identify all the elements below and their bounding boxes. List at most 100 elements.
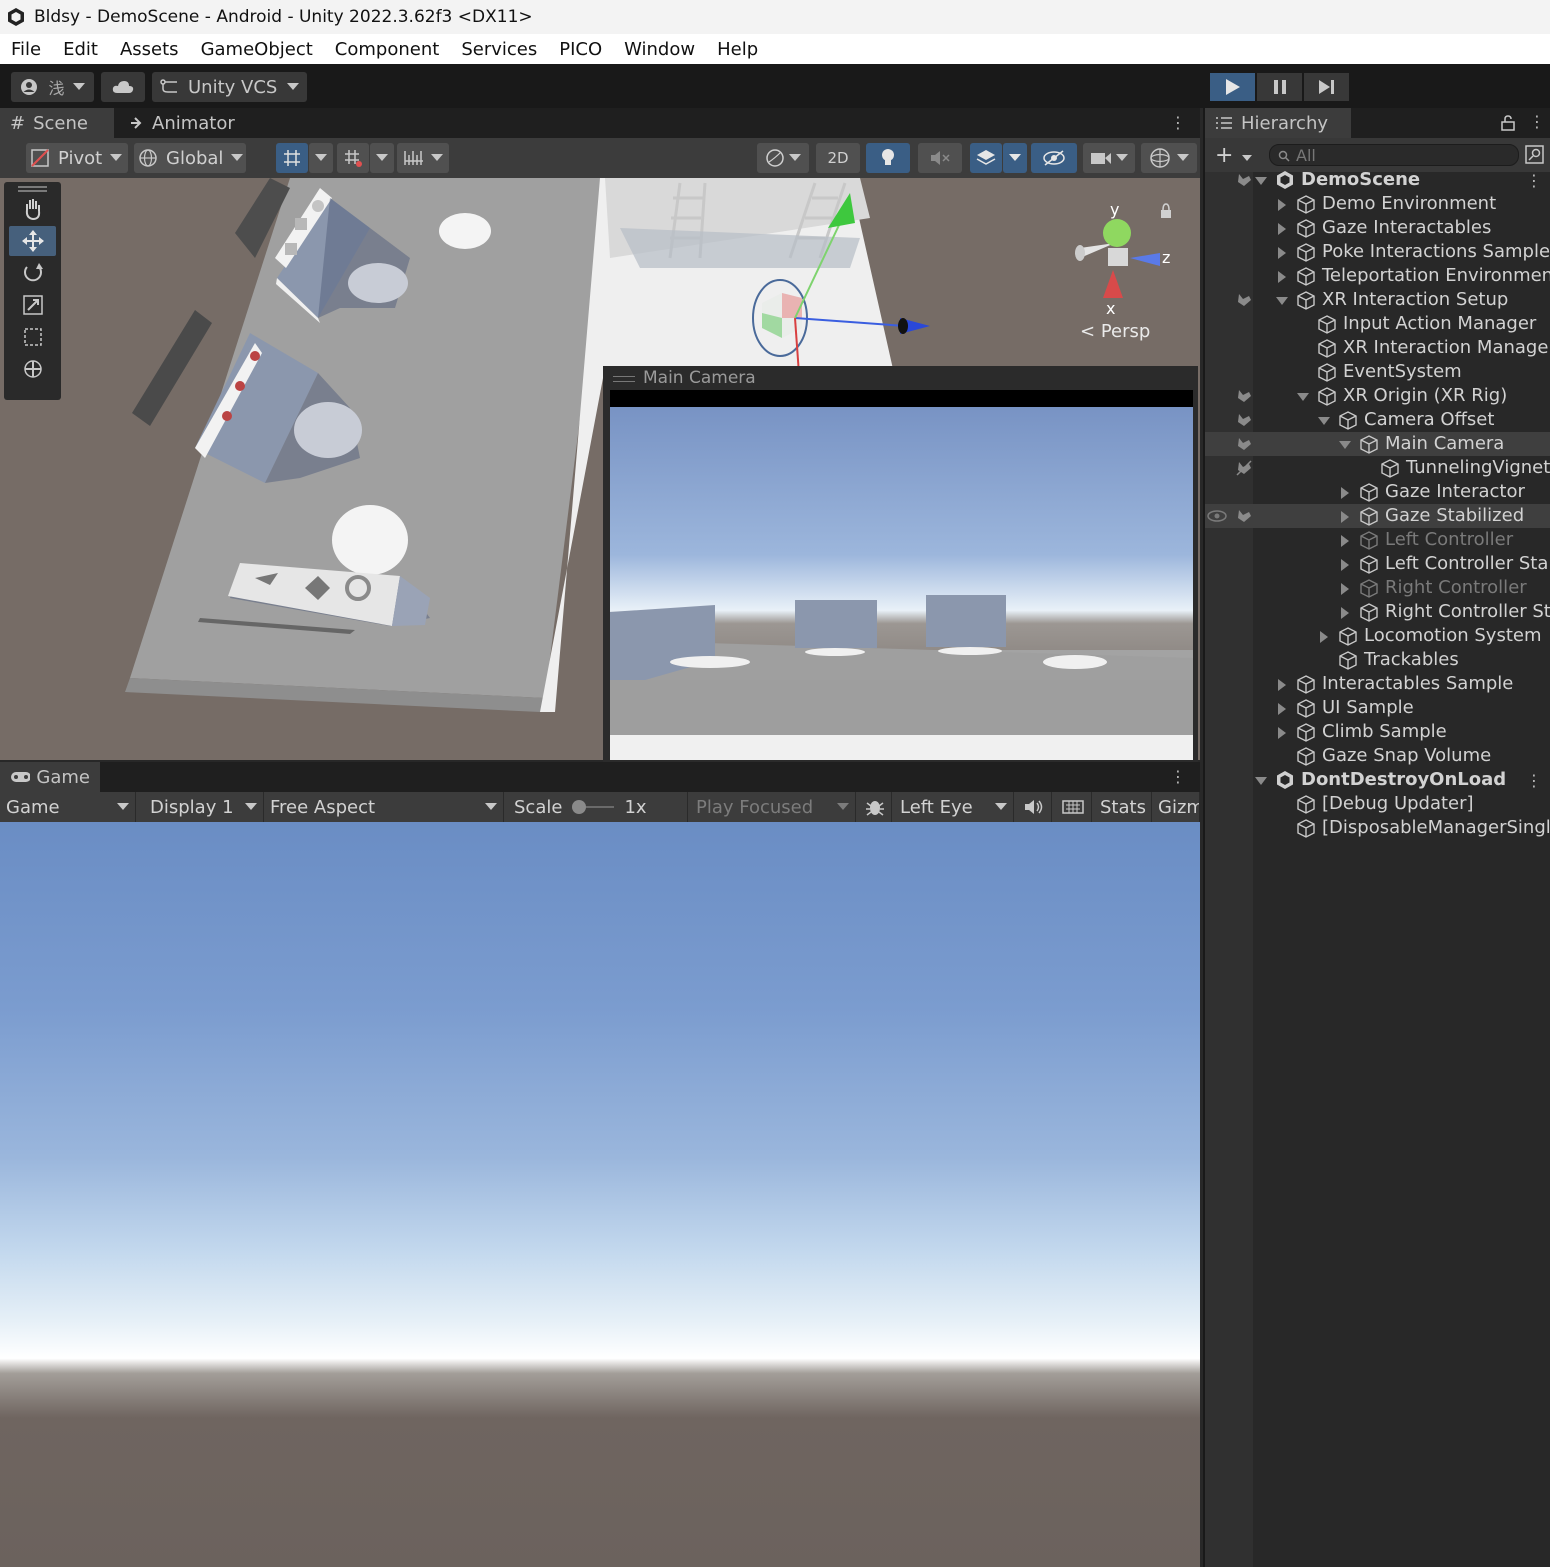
pickable-icon[interactable]	[1235, 435, 1253, 453]
hierarchy-row[interactable]: Gaze Stabilized	[1205, 504, 1550, 528]
stats-button[interactable]: Stats	[1094, 792, 1152, 822]
draw-mode-dropdown[interactable]	[757, 143, 809, 173]
scene-visibility-toggle[interactable]	[1031, 143, 1077, 173]
gizmos-button[interactable]: Gizm	[1152, 792, 1200, 822]
scale-tool[interactable]	[9, 290, 56, 320]
rotate-tool[interactable]	[9, 258, 56, 288]
hierarchy-row[interactable]: [Debug Updater]	[1205, 792, 1550, 816]
hierarchy-row[interactable]: [DisposableManagerSingleton]	[1205, 816, 1550, 840]
pickable-off-icon[interactable]	[1235, 459, 1253, 477]
cloud-button[interactable]	[101, 72, 145, 102]
hierarchy-row[interactable]: Poke Interactions Sample	[1205, 240, 1550, 264]
bug-toggle[interactable]	[858, 792, 892, 822]
hierarchy-row[interactable]: Trackables	[1205, 648, 1550, 672]
collapse-arrow-icon[interactable]	[1255, 777, 1267, 785]
audio-toggle[interactable]	[918, 143, 962, 173]
hierarchy-row[interactable]: Demo Environment	[1205, 192, 1550, 216]
scale-slider-thumb[interactable]	[572, 800, 587, 814]
hierarchy-row[interactable]: XR Interaction Manager	[1205, 336, 1550, 360]
hierarchy-row[interactable]: Interactables Sample	[1205, 672, 1550, 696]
display-dropdown[interactable]: Display 1	[144, 792, 264, 822]
camera-settings-dropdown[interactable]	[1083, 143, 1135, 173]
hierarchy-row[interactable]: XR Origin (XR Rig)	[1205, 384, 1550, 408]
collapse-arrow-icon[interactable]	[1339, 441, 1351, 449]
pickable-icon[interactable]	[1235, 291, 1253, 309]
menu-assets[interactable]: Assets	[109, 39, 190, 60]
hierarchy-row[interactable]: Gaze Interactables	[1205, 216, 1550, 240]
hierarchy-row[interactable]: Camera Offset	[1205, 408, 1550, 432]
aspect-dropdown[interactable]: Free Aspect	[264, 792, 504, 822]
hierarchy-row[interactable]: XR Interaction Setup	[1205, 288, 1550, 312]
persp-toggle[interactable]: < Persp	[1080, 321, 1150, 342]
hand-tool[interactable]	[9, 194, 56, 224]
hierarchy-row[interactable]: Main Camera	[1205, 432, 1550, 456]
expand-arrow-icon[interactable]	[1278, 703, 1286, 715]
game-view-dropdown[interactable]: Game	[0, 792, 136, 822]
expand-arrow-icon[interactable]	[1278, 679, 1286, 691]
tab-hierarchy[interactable]: Hierarchy	[1205, 108, 1351, 138]
search-scope-icon[interactable]	[1525, 145, 1545, 165]
hierarchy-row[interactable]: Teleportation Environment	[1205, 264, 1550, 288]
expand-arrow-icon[interactable]	[1320, 631, 1328, 643]
hierarchy-row[interactable]: Left Controller	[1205, 528, 1550, 552]
increment-snap-dropdown[interactable]	[370, 143, 394, 173]
pause-button[interactable]	[1257, 73, 1302, 101]
rect-tool[interactable]	[9, 322, 56, 352]
grid-snap-dropdown[interactable]	[309, 143, 333, 173]
hierarchy-row[interactable]: UI Sample	[1205, 696, 1550, 720]
menu-file[interactable]: File	[0, 39, 52, 60]
tab-scene[interactable]: # Scene	[0, 108, 114, 138]
expand-arrow-icon[interactable]	[1341, 487, 1349, 499]
collapse-arrow-icon[interactable]	[1297, 393, 1309, 401]
play-button[interactable]	[1210, 73, 1255, 101]
grid-visibility-dropdown[interactable]	[397, 143, 449, 173]
scale-slider-track[interactable]	[572, 800, 615, 814]
play-focused-dropdown[interactable]: Play Focused	[690, 792, 856, 822]
expand-arrow-icon[interactable]	[1341, 535, 1349, 547]
hierarchy-row[interactable]: EventSystem	[1205, 360, 1550, 384]
transform-tool[interactable]	[9, 354, 56, 384]
move-tool[interactable]	[9, 226, 56, 256]
menu-edit[interactable]: Edit	[52, 39, 109, 60]
tab-animator[interactable]: Animator	[120, 108, 250, 138]
expand-arrow-icon[interactable]	[1278, 271, 1286, 283]
account-button[interactable]: 浅	[11, 72, 94, 102]
hierarchy-scene-row[interactable]: DemoScene ⋮	[1205, 168, 1550, 192]
hierarchy-row[interactable]: Locomotion System	[1205, 624, 1550, 648]
global-dropdown[interactable]: Global	[134, 143, 246, 173]
menu-pico[interactable]: PICO	[548, 39, 613, 60]
hierarchy-row[interactable]: Left Controller Stabilized	[1205, 552, 1550, 576]
audio-toggle-game[interactable]	[1016, 792, 1052, 822]
grid-snap-toggle[interactable]	[276, 143, 308, 173]
pickable-icon[interactable]	[1235, 507, 1253, 525]
eye-dropdown[interactable]: Left Eye	[894, 792, 1014, 822]
hierarchy-row[interactable]: Input Action Manager	[1205, 312, 1550, 336]
keyboard-toggle[interactable]	[1054, 792, 1092, 822]
menu-services[interactable]: Services	[450, 39, 548, 60]
menu-help[interactable]: Help	[706, 39, 769, 60]
hierarchy-row[interactable]: Gaze Snap Volume	[1205, 744, 1550, 768]
visibility-eye-icon[interactable]	[1207, 509, 1227, 523]
2d-toggle[interactable]: 2D	[816, 143, 860, 173]
expand-arrow-icon[interactable]	[1341, 559, 1349, 571]
game-panel-menu-icon[interactable]: ⋮	[1170, 767, 1186, 786]
step-button[interactable]	[1304, 73, 1349, 101]
pickable-icon[interactable]	[1235, 411, 1253, 429]
lighting-toggle[interactable]	[866, 143, 910, 173]
expand-arrow-icon[interactable]	[1278, 247, 1286, 259]
collapse-arrow-icon[interactable]	[1318, 417, 1330, 425]
pickable-icon[interactable]	[1235, 171, 1253, 189]
vcs-dropdown[interactable]: Unity VCS	[152, 72, 307, 102]
effects-dropdown[interactable]	[1003, 143, 1027, 173]
collapse-arrow-icon[interactable]	[1255, 177, 1267, 185]
expand-arrow-icon[interactable]	[1278, 199, 1286, 211]
expand-arrow-icon[interactable]	[1278, 223, 1286, 235]
drag-handle-icon[interactable]	[613, 376, 635, 382]
scene-menu-icon[interactable]: ⋮	[1526, 171, 1542, 190]
hierarchy-row[interactable]: Climb Sample	[1205, 720, 1550, 744]
hierarchy-row[interactable]: Right Controller Stabilized	[1205, 600, 1550, 624]
scene-panel-menu-icon[interactable]: ⋮	[1170, 113, 1186, 132]
hierarchy-row[interactable]: Gaze Interactor	[1205, 480, 1550, 504]
gizmos-dropdown[interactable]	[1141, 143, 1197, 173]
tab-game[interactable]: Game	[0, 762, 100, 792]
